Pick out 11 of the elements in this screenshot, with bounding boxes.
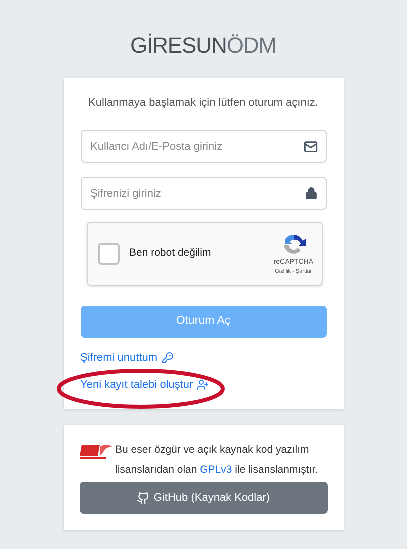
brand-subtitle: ÖDM bbox=[226, 32, 277, 60]
captcha-label: Ben robot değilim bbox=[130, 246, 212, 262]
license-text: Bu eser özgür ve açık kaynak kod yazılım lisanslarıdan olan GPLv3 ile lisanslanmıştır. bbox=[116, 443, 320, 478]
login-button[interactable]: Oturum Aç bbox=[80, 306, 326, 338]
forgot-password-link[interactable]: Şifremi unuttum bbox=[80, 350, 174, 366]
username-field[interactable]: Kullancı Adı/E-Posta giriniz bbox=[80, 130, 326, 163]
brand-title: GİRESUN bbox=[130, 32, 227, 60]
gplv3-link[interactable]: GPLv3 bbox=[200, 464, 232, 476]
github-button[interactable]: GitHub (Kaynak Kodlar) bbox=[80, 482, 328, 514]
password-field[interactable]: Şifrenizi giriniz bbox=[80, 177, 326, 210]
login-message: Kullanmaya başlamak için lütfen oturum açınız. bbox=[88, 96, 320, 111]
